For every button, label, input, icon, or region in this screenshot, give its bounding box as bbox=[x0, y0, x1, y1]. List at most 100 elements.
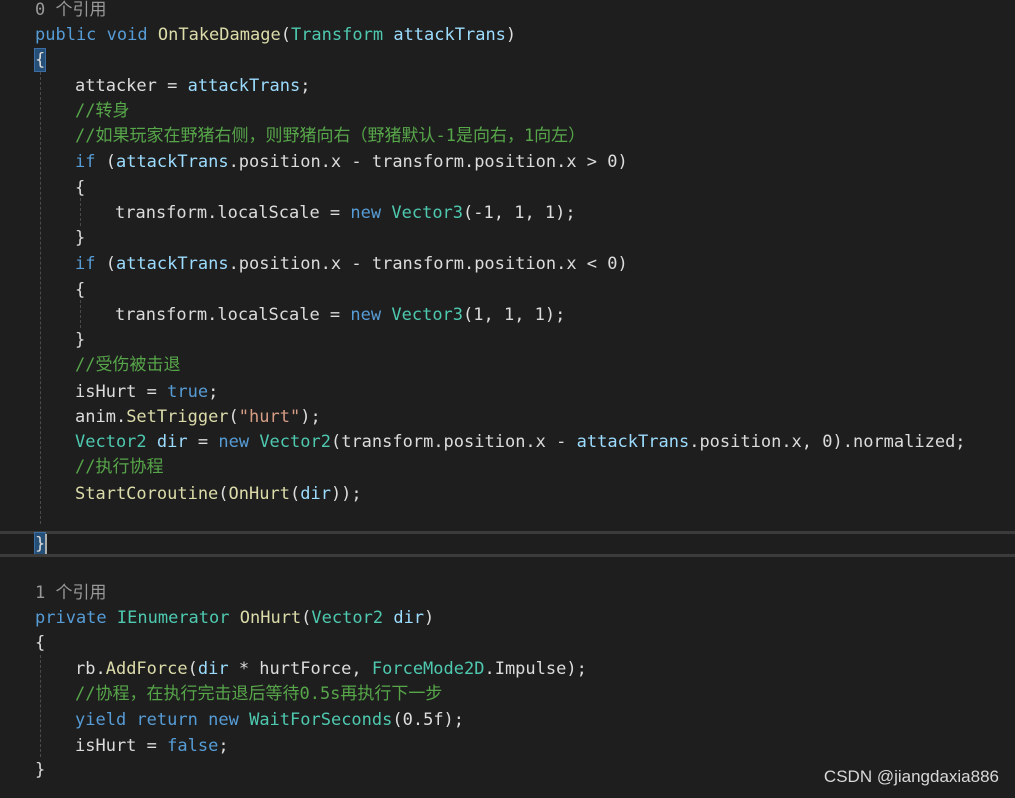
open-brace: { bbox=[35, 50, 46, 70]
punctuation: ; bbox=[208, 382, 219, 402]
expression: isHurt = bbox=[75, 736, 168, 756]
codelens-references[interactable]: 0 个引用 bbox=[35, 0, 106, 23]
code-line: isHurt = true; bbox=[75, 380, 218, 405]
punctuation: ; bbox=[300, 76, 311, 96]
code-line: yield return new WaitForSeconds(0.5f); bbox=[75, 708, 464, 733]
punctuation: ( bbox=[187, 659, 198, 679]
type-name: Vector3 bbox=[391, 203, 464, 223]
punctuation: )); bbox=[330, 484, 362, 504]
punctuation: ( bbox=[218, 484, 229, 504]
if-statement: if (attackTrans.position.x - transform.p… bbox=[75, 252, 628, 277]
code-comment: //如果玩家在野猪右侧，则野猪向右（野猪默认-1是向右，1向左） bbox=[75, 126, 586, 146]
method-signature-line: private IEnumerator OnHurt(Vector2 dir) bbox=[35, 606, 434, 631]
expression: (transform.position.x - bbox=[330, 432, 577, 452]
code-line: attacker = attackTrans; bbox=[75, 74, 310, 99]
parameter-name: attackTrans bbox=[115, 152, 229, 172]
expression: .Impulse); bbox=[484, 659, 587, 679]
expression: .position.x - transform.position.x < 0) bbox=[228, 254, 628, 274]
type-name: ForceMode2D bbox=[371, 659, 485, 679]
close-brace: } bbox=[75, 228, 86, 248]
expression: (-1, 1, 1); bbox=[463, 203, 576, 223]
keyword: true bbox=[167, 382, 209, 402]
if-statement: if (attackTrans.position.x - transform.p… bbox=[75, 150, 628, 175]
close-brace: } bbox=[75, 330, 86, 350]
expression: transform.localScale = bbox=[115, 203, 351, 223]
string-literal: "hurt" bbox=[238, 407, 301, 427]
punctuation: ( bbox=[228, 407, 239, 427]
punctuation: ( bbox=[95, 254, 116, 274]
type-name: Transform bbox=[290, 25, 384, 45]
parameter-name: dir bbox=[393, 608, 425, 628]
code-comment: //受伤被击退 bbox=[75, 355, 181, 375]
expression: * hurtForce, bbox=[228, 659, 372, 679]
punctuation: ( bbox=[95, 152, 116, 172]
expression: (0.5f); bbox=[392, 710, 465, 730]
open-brace: { bbox=[75, 280, 86, 300]
keyword: new bbox=[208, 710, 239, 730]
type-name: Vector2 bbox=[311, 608, 384, 628]
keyword: public bbox=[35, 25, 97, 45]
method-name: OnHurt bbox=[228, 484, 290, 504]
code-line: transform.localScale = new Vector3(-1, 1… bbox=[115, 201, 576, 226]
open-brace: { bbox=[35, 633, 46, 653]
codelens-references[interactable]: 1 个引用 bbox=[35, 581, 106, 606]
keyword: new bbox=[218, 432, 250, 452]
parameter-name: dir bbox=[197, 659, 229, 679]
code-line: rb.AddForce(dir * hurtForce, ForceMode2D… bbox=[75, 657, 587, 682]
identifier: attacker bbox=[75, 76, 157, 96]
punctuation: ( bbox=[280, 25, 291, 45]
indent-guide bbox=[40, 72, 41, 524]
parameter-name: attackTrans bbox=[187, 76, 301, 96]
keyword: private bbox=[35, 608, 107, 628]
code-comment: //执行协程 bbox=[75, 457, 164, 477]
type-name: WaitForSeconds bbox=[249, 710, 393, 730]
current-line-border-bottom bbox=[0, 554, 1015, 557]
punctuation: ) bbox=[505, 25, 517, 45]
operator: = bbox=[156, 76, 188, 96]
indent-guide bbox=[80, 198, 81, 226]
keyword: yield bbox=[75, 710, 127, 730]
code-line: anim.SetTrigger("hurt"); bbox=[75, 405, 321, 430]
identifier: anim. bbox=[75, 407, 127, 427]
type-name: IEnumerator bbox=[116, 608, 230, 628]
parameter-name: attackTrans bbox=[115, 254, 229, 274]
keyword: new bbox=[350, 305, 382, 325]
keyword: false bbox=[167, 736, 219, 756]
method-signature-line: public void OnTakeDamage(Transform attac… bbox=[35, 23, 516, 48]
variable-name: dir bbox=[156, 432, 188, 452]
parameter-name: attackTrans bbox=[576, 432, 690, 452]
method-name: AddForce bbox=[105, 659, 188, 679]
code-editor[interactable]: 0 个引用 public void OnTakeDamage(Transform… bbox=[0, 0, 1015, 798]
expression: .position.x - transform.position.x > 0) bbox=[228, 152, 628, 172]
method-name: StartCoroutine bbox=[75, 484, 219, 504]
identifier: rb. bbox=[75, 659, 106, 679]
expression: (1, 1, 1); bbox=[463, 305, 566, 325]
keyword: return bbox=[136, 710, 198, 730]
expression: transform.localScale = bbox=[115, 305, 351, 325]
code-comment: //转身 bbox=[75, 101, 130, 121]
parameter-name: attackTrans bbox=[393, 25, 506, 45]
method-name: SetTrigger bbox=[126, 407, 229, 427]
operator: = bbox=[187, 432, 219, 452]
punctuation: ; bbox=[218, 736, 229, 756]
expression: .position.x, 0).normalized; bbox=[689, 432, 966, 452]
keyword: new bbox=[350, 203, 382, 223]
text-cursor bbox=[45, 534, 47, 554]
indent-guide bbox=[80, 300, 81, 328]
indent-guide bbox=[40, 655, 41, 757]
watermark: CSDN @jiangdaxia886 bbox=[823, 767, 999, 786]
method-name: OnTakeDamage bbox=[157, 25, 281, 45]
type-name: Vector3 bbox=[391, 305, 464, 325]
keyword: if bbox=[75, 152, 96, 172]
punctuation: ) bbox=[424, 608, 435, 628]
code-line: Vector2 dir = new Vector2(transform.posi… bbox=[75, 430, 966, 455]
open-brace: { bbox=[75, 178, 86, 198]
